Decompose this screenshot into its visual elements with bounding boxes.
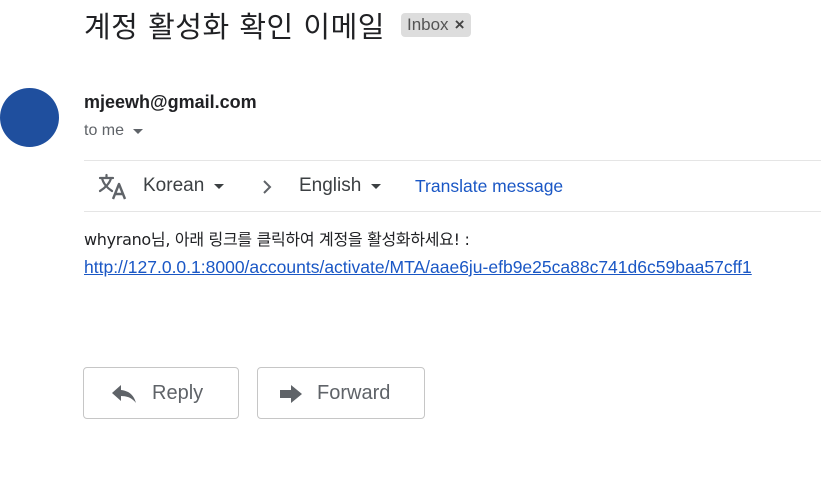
- recipient-label: to me: [84, 122, 125, 139]
- source-language-label: Korean: [143, 175, 205, 196]
- forward-label: Forward: [317, 382, 391, 404]
- chevron-down-icon: [214, 183, 225, 189]
- inbox-label-chip[interactable]: Inbox ×: [400, 13, 471, 37]
- forward-button[interactable]: Forward: [257, 367, 425, 419]
- avatar[interactable]: [0, 88, 59, 147]
- remove-label-icon[interactable]: ×: [455, 15, 465, 35]
- source-language-select[interactable]: Korean: [143, 175, 225, 197]
- activation-link[interactable]: http://127.0.0.1:8000/accounts/activate/…: [84, 257, 752, 278]
- translate-bar: Korean English Translate message: [84, 160, 821, 212]
- chevron-right-icon: [263, 180, 272, 194]
- email-subject: 계정 활성화 확인 이메일: [84, 10, 385, 44]
- subject-row: 계정 활성화 확인 이메일 Inbox ×: [84, 2, 471, 48]
- email-view: 계정 활성화 확인 이메일 Inbox × mjeewh@gmail.com t…: [0, 0, 821, 484]
- chevron-down-icon: [371, 183, 382, 189]
- translate-icon: [98, 173, 127, 200]
- chevron-down-icon: [133, 128, 144, 134]
- email-body-text: whyrano님, 아래 링크를 클릭하여 계정을 활성화하세요! :: [84, 230, 470, 249]
- reply-icon: [112, 385, 136, 403]
- reply-button[interactable]: Reply: [83, 367, 239, 419]
- label-text: Inbox: [406, 15, 449, 34]
- forward-icon: [280, 385, 302, 403]
- sender-email[interactable]: mjeewh@gmail.com: [84, 92, 257, 113]
- recipient-dropdown[interactable]: to me: [84, 122, 144, 140]
- translate-message-link[interactable]: Translate message: [415, 176, 563, 197]
- reply-label: Reply: [152, 382, 204, 404]
- target-language-select[interactable]: English: [299, 175, 382, 197]
- target-language-label: English: [299, 175, 362, 196]
